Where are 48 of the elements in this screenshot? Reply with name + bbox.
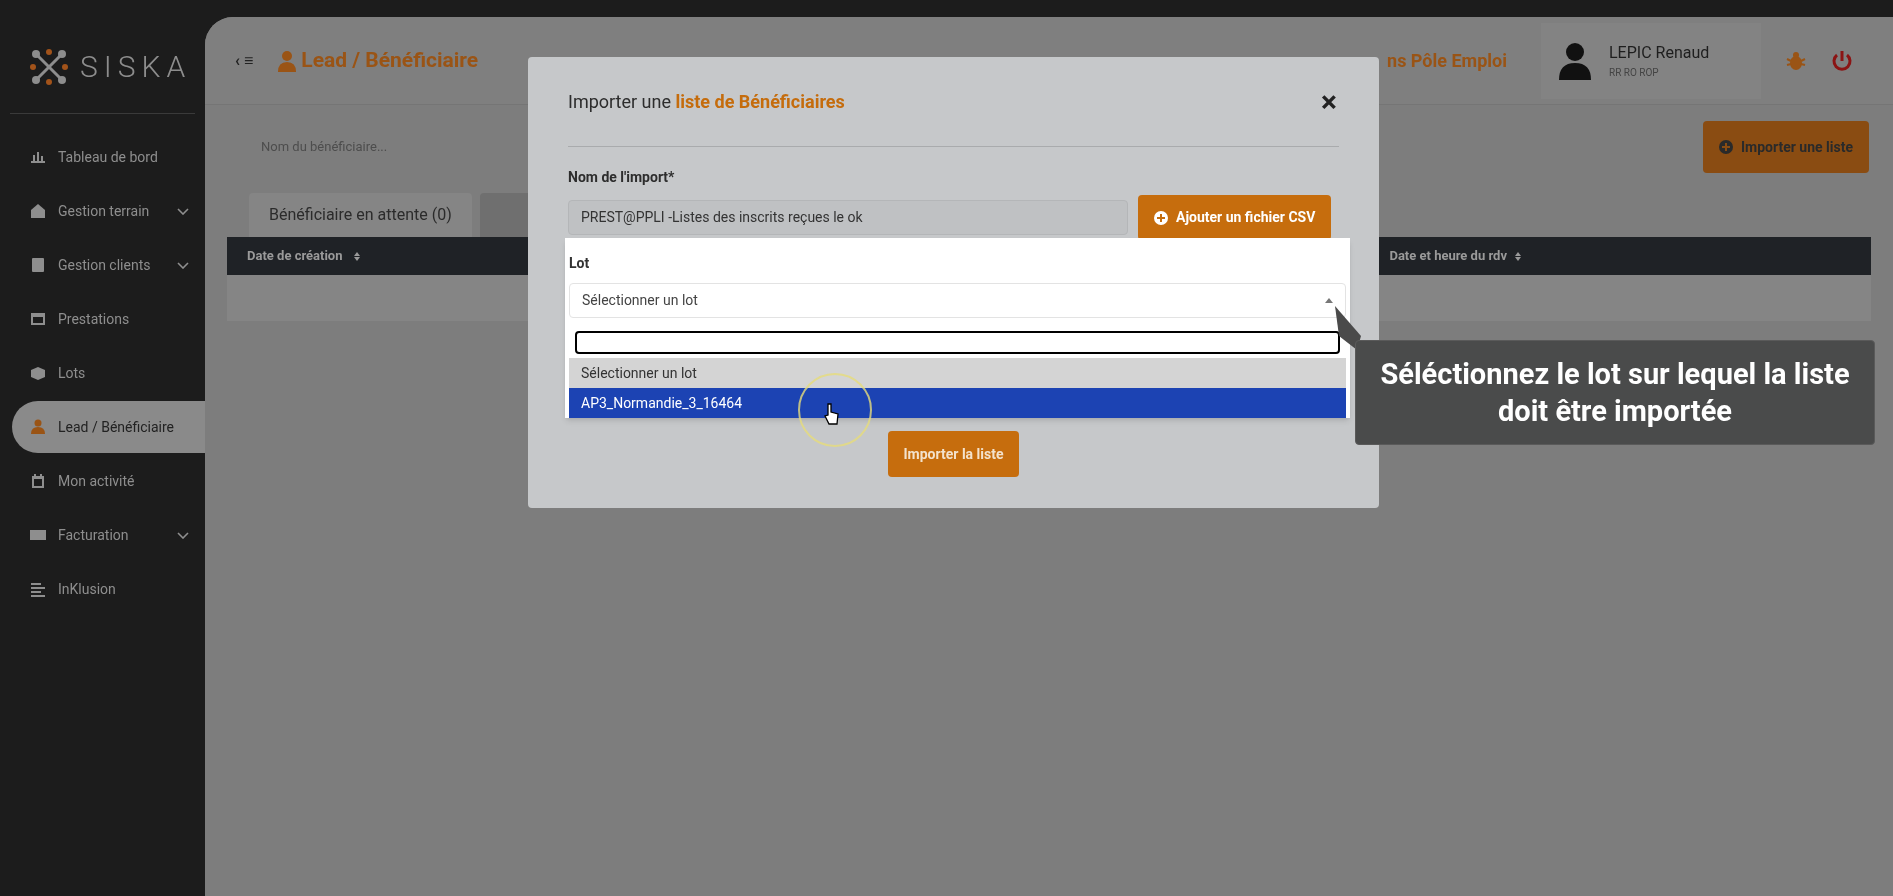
- avatar-icon: [1557, 41, 1593, 80]
- modal-title: Importer une liste de Bénéficiaires: [568, 90, 845, 114]
- sidebar-item[interactable]: Facturation: [12, 509, 205, 561]
- plus-circle-icon: [1154, 210, 1168, 225]
- field-label: Lot: [569, 255, 590, 271]
- sidebar-item[interactable]: Prestations: [12, 293, 205, 345]
- caret-up-icon: [1325, 298, 1333, 303]
- dropdown-option[interactable]: Sélectionner un lot: [569, 358, 1346, 388]
- tab[interactable]: Bénéficiaire en attente (0): [249, 193, 472, 237]
- import-name-field[interactable]: PREST@PPLI -Listes des inscrits reçues le ok: [568, 200, 1128, 235]
- column-header[interactable]: Date et heure du rdv: [1389, 246, 1521, 266]
- logo-text: SISKA: [80, 48, 192, 86]
- cursor-icon: [824, 403, 840, 425]
- user-name: LEPIC Renaud: [1609, 42, 1710, 64]
- sidebar-item[interactable]: Gestion terrain: [12, 185, 205, 237]
- house-icon: [30, 203, 46, 219]
- sidebar-item[interactable]: Gestion clients: [12, 239, 205, 291]
- import-list-submit-button[interactable]: Importer la liste: [887, 431, 1020, 477]
- user-role: RR RO ROP: [1609, 66, 1660, 80]
- sidebar-item[interactable]: Lots: [12, 347, 205, 399]
- page-title: Lead / Bénéficiaire: [301, 46, 479, 74]
- banknote-icon: [30, 527, 46, 543]
- sidebar-toggle-button[interactable]: ‹ ≡: [235, 48, 254, 73]
- calendar-icon: [30, 473, 46, 489]
- add-csv-button[interactable]: Ajouter un fichier CSV: [1138, 195, 1332, 240]
- sidebar-item[interactable]: InKlusion: [12, 563, 205, 615]
- lines-icon: [30, 581, 46, 597]
- logo-icon: [30, 48, 68, 85]
- bar-chart-icon: [30, 149, 46, 165]
- power-icon[interactable]: [1831, 49, 1853, 72]
- tooltip: Séléctionnez le lot sur lequel la liste doit être importée: [1355, 340, 1875, 445]
- sort-icon: [1515, 252, 1521, 262]
- close-button[interactable]: ×: [1321, 86, 1337, 117]
- tooltip-pointer-icon: [1335, 306, 1361, 350]
- lot-select[interactable]: Sélectionner un lot: [569, 283, 1346, 318]
- field-label: Nom de l'import*: [568, 169, 675, 185]
- box-icon: [30, 365, 46, 381]
- sidebar-item[interactable]: Tableau de bord: [12, 131, 205, 183]
- plus-circle-icon: [1719, 140, 1733, 154]
- dropdown-option[interactable]: AP3_Normandie_3_16464: [569, 388, 1346, 418]
- column-header[interactable]: Date de création: [247, 246, 360, 266]
- contact-card-icon: [30, 257, 46, 273]
- sort-icon: [353, 252, 360, 262]
- sidebar-item[interactable]: Mon activité: [12, 455, 205, 507]
- person-icon: [277, 49, 298, 72]
- window-icon: [30, 311, 46, 327]
- sidebar-item[interactable]: Lead / Bénéficiaire: [12, 401, 205, 453]
- person-icon: [30, 419, 46, 435]
